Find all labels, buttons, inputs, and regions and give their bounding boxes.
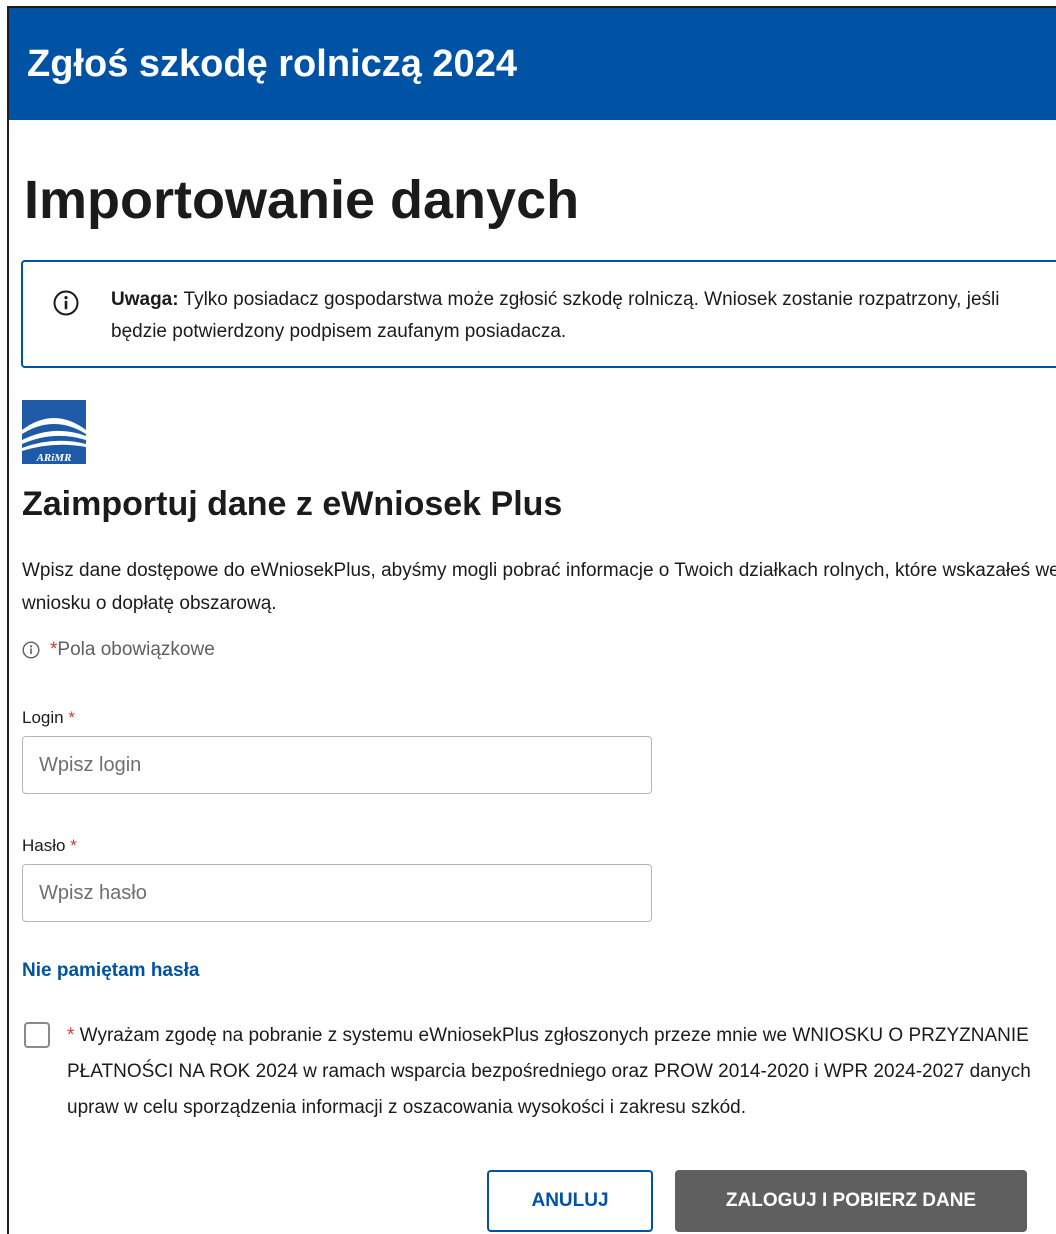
app-title: Zgłoś szkodę rolniczą 2024 [27,43,517,85]
cancel-button[interactable]: ANULUJ [487,1170,653,1232]
arimr-logo: ARiMR [22,400,86,464]
page-title: Importowanie danych [24,170,580,230]
required-note-text: Pola obowiązkowe [57,639,215,660]
header-bar: Zgłoś szkodę rolniczą 2024 [9,8,1056,120]
password-label: Hasło * [22,834,77,858]
alert-body: Tylko posiadacz gospodarstwa może zgłosi… [111,289,1000,342]
alert-message: Uwaga: Tylko posiadacz gospodarstwa może… [111,284,1041,348]
logo-text: ARiMR [36,452,72,464]
required-star: * [70,836,77,855]
login-label: Login * [22,706,75,730]
login-and-fetch-button[interactable]: ZALOGUJ I POBIERZ DANE [675,1170,1027,1232]
consent-checkbox[interactable] [24,1022,50,1048]
intro-text: Wpisz dane dostępowe do eWniosekPlus, ab… [22,560,1056,614]
alert-label: Uwaga: [111,289,179,310]
required-fields-note: * Pola obowiązkowe [22,636,215,664]
consent-label: * Wyrażam zgodę na pobranie z systemu eW… [67,1018,1052,1126]
warning-alert: Uwaga: Tylko posiadacz gospodarstwa może… [21,260,1056,368]
password-label-text: Hasło [22,836,66,855]
forgot-password-link[interactable]: Nie pamiętam hasła [22,958,199,984]
info-icon [22,641,40,659]
required-star: * [68,708,75,727]
password-input[interactable] [22,864,652,922]
required-star: * [50,639,58,660]
login-input[interactable] [22,736,652,794]
login-label-text: Login [22,708,64,727]
section-title: Zaimportuj dane z eWniosek Plus [22,485,563,523]
page-frame: Zgłoś szkodę rolniczą 2024 Importowanie … [7,6,1056,1234]
info-icon [53,290,79,316]
consent-text: Wyrażam zgodę na pobranie z systemu eWni… [67,1025,1031,1118]
